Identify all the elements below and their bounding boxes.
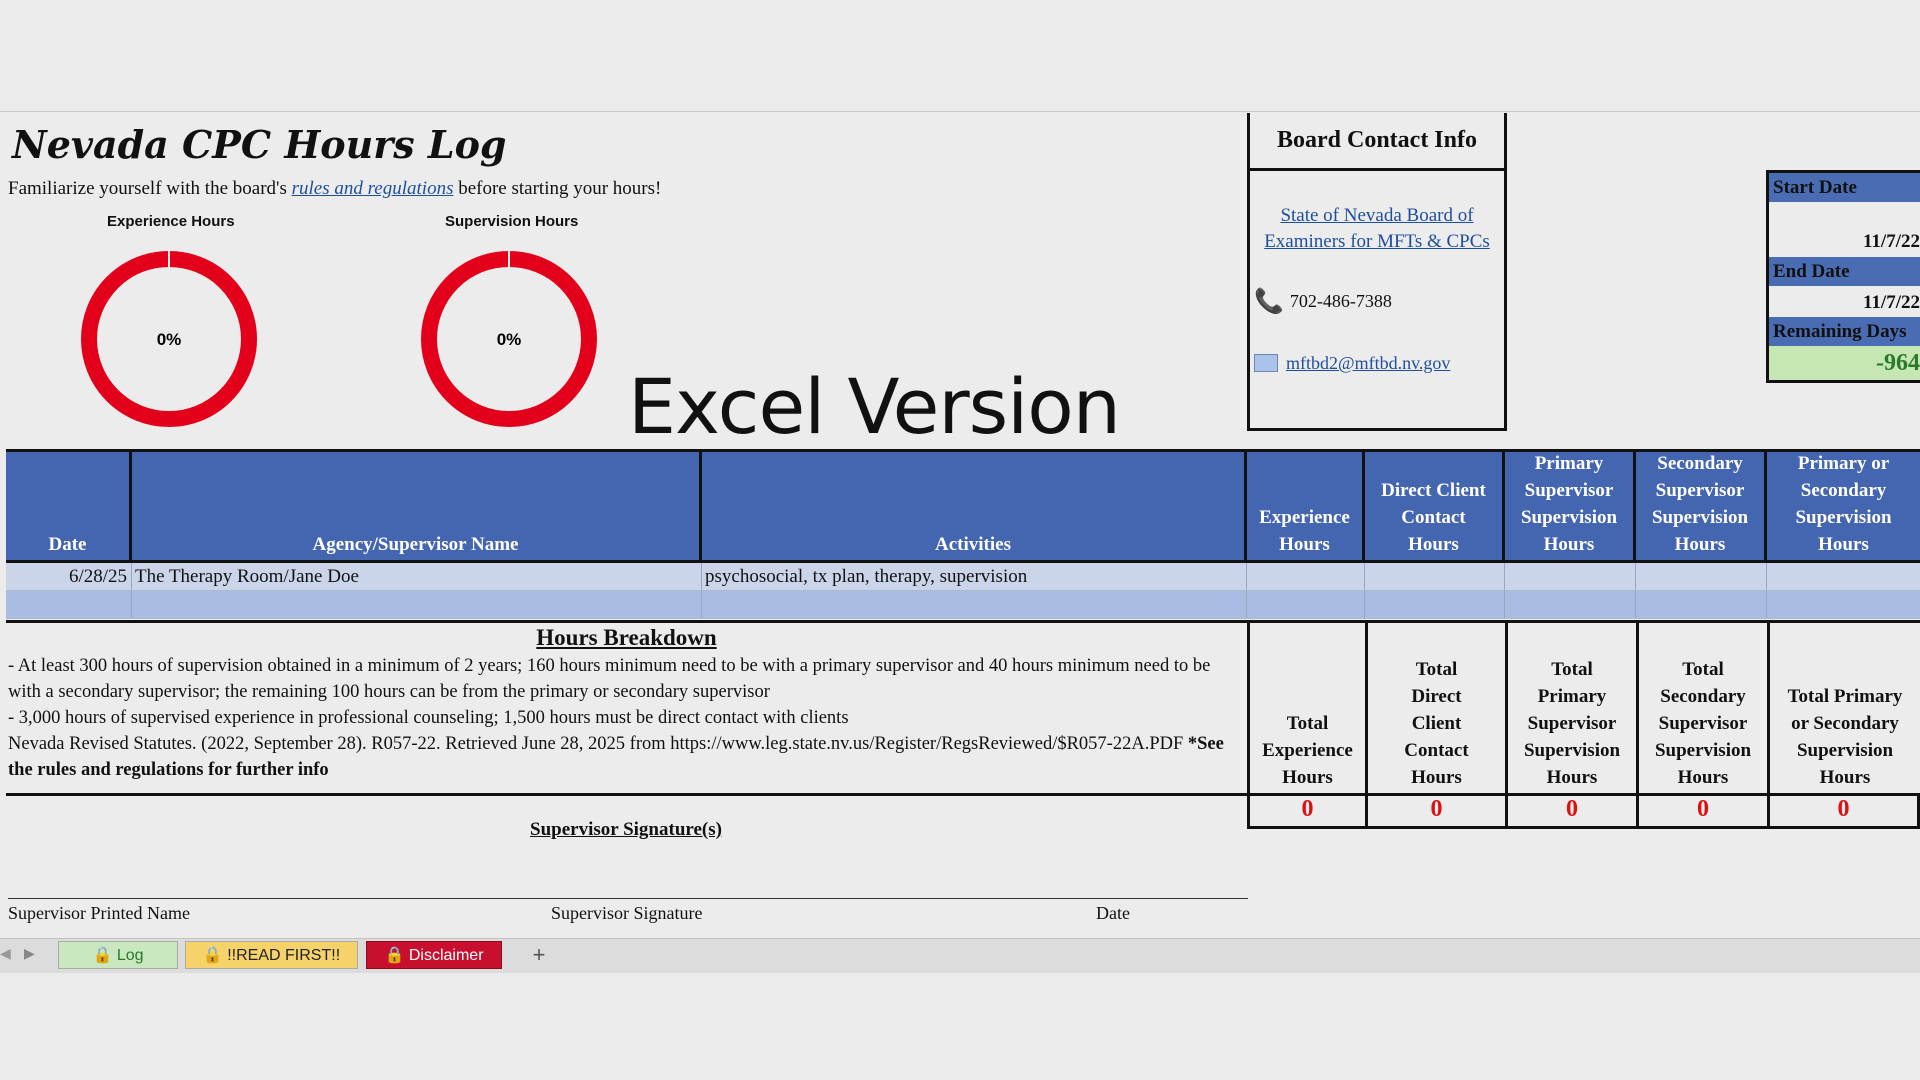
board-website-link[interactable]: State of Nevada Board of Examiners for M… bbox=[1250, 203, 1504, 255]
cell-empty[interactable] bbox=[1636, 591, 1767, 618]
cell-activities[interactable]: psychosocial, tx plan, therapy, supervis… bbox=[702, 563, 1247, 590]
cell-date[interactable]: 6/28/25 bbox=[6, 563, 132, 590]
cell-direct-client[interactable] bbox=[1365, 563, 1505, 590]
add-sheet-icon[interactable]: + bbox=[520, 941, 558, 969]
supervisor-printed-name-label: Supervisor Printed Name bbox=[8, 903, 190, 923]
total-experience-label: Total Experience Hours bbox=[1247, 623, 1365, 793]
header-primary-supervisor[interactable]: Primary Supervisor Supervision Hours bbox=[1505, 452, 1636, 560]
totals-values: 0 0 0 0 0 bbox=[1247, 793, 1920, 829]
remaining-days-label: Remaining Days bbox=[1769, 317, 1920, 346]
start-date-value[interactable]: 11/7/22 bbox=[1769, 202, 1920, 257]
lock-icon: 🔒 bbox=[202, 947, 223, 964]
cell-empty[interactable] bbox=[1247, 591, 1365, 618]
date-summary: Start Date 11/7/22 End Date 11/7/22 Rema… bbox=[1766, 170, 1920, 383]
log-table-header: Date Agency/Supervisor Name Activities E… bbox=[6, 449, 1920, 563]
cell-empty[interactable] bbox=[1767, 591, 1920, 618]
total-secondary-label: Total Secondary Supervisor Supervision H… bbox=[1636, 623, 1767, 793]
hours-breakdown-title: Hours Breakdown bbox=[536, 625, 717, 650]
tab-disclaimer-label: Disclaimer bbox=[408, 947, 484, 964]
experience-chart-title: Experience Hours bbox=[107, 213, 235, 230]
header-agency[interactable]: Agency/Supervisor Name bbox=[132, 452, 702, 560]
cell-empty[interactable] bbox=[132, 591, 702, 618]
board-contact-header: Board Contact Info bbox=[1250, 113, 1504, 171]
supervision-donut-label: 0% bbox=[497, 330, 522, 349]
signature-line bbox=[8, 898, 1248, 899]
total-primary-or-secondary-value: 0 bbox=[1767, 793, 1920, 826]
board-contact-box: Board Contact Info State of Nevada Board… bbox=[1247, 113, 1507, 431]
intro-text: Familiarize yourself with the board's ru… bbox=[8, 178, 661, 200]
header-secondary-supervisor[interactable]: Secondary Supervisor Supervision Hours bbox=[1636, 452, 1767, 560]
email-row: mftbd2@mftbd.nv.gov bbox=[1250, 350, 1504, 376]
cell-secondary[interactable] bbox=[1636, 563, 1767, 590]
total-primary-label: Total Primary Supervisor Supervision Hou… bbox=[1505, 623, 1636, 793]
citation-text: Nevada Revised Statutes. (2022, Septembe… bbox=[8, 734, 1184, 754]
tab-read-first[interactable]: 🔒 !!READ FIRST!! bbox=[185, 941, 358, 969]
cell-primary[interactable] bbox=[1505, 563, 1636, 590]
header-direct-client[interactable]: Direct Client Contact Hours bbox=[1365, 452, 1505, 560]
experience-donut: 0% bbox=[81, 251, 257, 427]
header-activities[interactable]: Activities bbox=[702, 452, 1247, 560]
total-direct-label: Total Direct Client Contact Hours bbox=[1365, 623, 1505, 793]
cell-empty[interactable] bbox=[1505, 591, 1636, 618]
cell-agency[interactable]: The Therapy Room/Jane Doe bbox=[132, 563, 702, 590]
tab-read-first-label: !!READ FIRST!! bbox=[227, 947, 341, 964]
cell-primary-or-secondary[interactable] bbox=[1767, 563, 1920, 590]
tab-log[interactable]: 🔒 Log bbox=[58, 941, 178, 969]
breakdown-line-experience: - 3,000 hours of supervised experience i… bbox=[8, 708, 849, 728]
supervisor-signature-label: Supervisor Signature bbox=[551, 903, 703, 923]
intro-after: before starting your hours! bbox=[453, 178, 662, 199]
sheet-tab-bar: ◀ ▶ 🔒 Log 🔒 !!READ FIRST!! 🔒 Disclaimer … bbox=[0, 938, 1920, 973]
supervision-chart-title: Supervision Hours bbox=[445, 213, 579, 230]
breakdown-line-supervision: - At least 300 hours of supervision obta… bbox=[8, 656, 1211, 702]
totals-header: Total Experience Hours Total Direct Clie… bbox=[1247, 620, 1920, 796]
hours-breakdown: Hours Breakdown - At least 300 hours of … bbox=[6, 620, 1247, 796]
email-link[interactable]: mftbd2@mftbd.nv.gov bbox=[1286, 350, 1450, 376]
header-date[interactable]: Date bbox=[6, 452, 132, 560]
experience-donut-label: 0% bbox=[157, 330, 182, 349]
total-experience-value: 0 bbox=[1247, 793, 1365, 826]
signature-date-label: Date bbox=[1096, 903, 1130, 923]
header-primary-or-secondary[interactable]: Primary or Secondary Supervision Hours bbox=[1767, 452, 1920, 560]
start-date-label: Start Date bbox=[1769, 173, 1920, 202]
supervision-donut: 0% bbox=[421, 251, 597, 427]
phone-row: 📞 702-486-7388 bbox=[1250, 287, 1504, 316]
end-date-label: End Date bbox=[1769, 257, 1920, 286]
lock-icon: 🔒 bbox=[384, 947, 405, 964]
tab-disclaimer[interactable]: 🔒 Disclaimer bbox=[366, 941, 502, 969]
lock-icon: 🔒 bbox=[92, 947, 113, 964]
table-row-empty[interactable] bbox=[6, 591, 1920, 619]
supervisor-signature-title: Supervisor Signature(s) bbox=[530, 819, 722, 840]
cell-empty[interactable] bbox=[6, 591, 132, 618]
intro-before: Familiarize yourself with the board's bbox=[8, 178, 292, 199]
header-experience-hours[interactable]: Experience Hours bbox=[1247, 452, 1365, 560]
total-primary-value: 0 bbox=[1505, 793, 1636, 826]
email-icon bbox=[1254, 354, 1278, 372]
cell-empty[interactable] bbox=[702, 591, 1247, 618]
end-date-value[interactable]: 11/7/22 bbox=[1769, 286, 1920, 317]
page-title: Nevada CPC Hours Log bbox=[12, 122, 507, 167]
scroll-left-icon[interactable]: ◀ bbox=[0, 945, 11, 962]
rules-link[interactable]: rules and regulations bbox=[292, 178, 454, 199]
total-secondary-value: 0 bbox=[1636, 793, 1767, 826]
excel-version-overlay: Excel Version bbox=[628, 362, 1121, 451]
cell-empty[interactable] bbox=[1365, 591, 1505, 618]
phone-number: 702-486-7388 bbox=[1289, 291, 1392, 311]
cell-experience[interactable] bbox=[1247, 563, 1365, 590]
total-direct-value: 0 bbox=[1365, 793, 1505, 826]
total-primary-or-secondary-label: Total Primary or Secondary Supervision H… bbox=[1767, 623, 1920, 793]
worksheet[interactable]: Nevada CPC Hours Log Familiarize yoursel… bbox=[0, 111, 1920, 938]
tab-log-label: Log bbox=[116, 947, 144, 964]
scroll-right-icon[interactable]: ▶ bbox=[24, 945, 35, 962]
table-row[interactable]: 6/28/25 The Therapy Room/Jane Doe psycho… bbox=[6, 563, 1920, 591]
remaining-days-value: -964 bbox=[1769, 346, 1920, 380]
breakdown-citation: Nevada Revised Statutes. (2022, Septembe… bbox=[6, 731, 1247, 783]
phone-icon: 📞 bbox=[1254, 289, 1284, 315]
